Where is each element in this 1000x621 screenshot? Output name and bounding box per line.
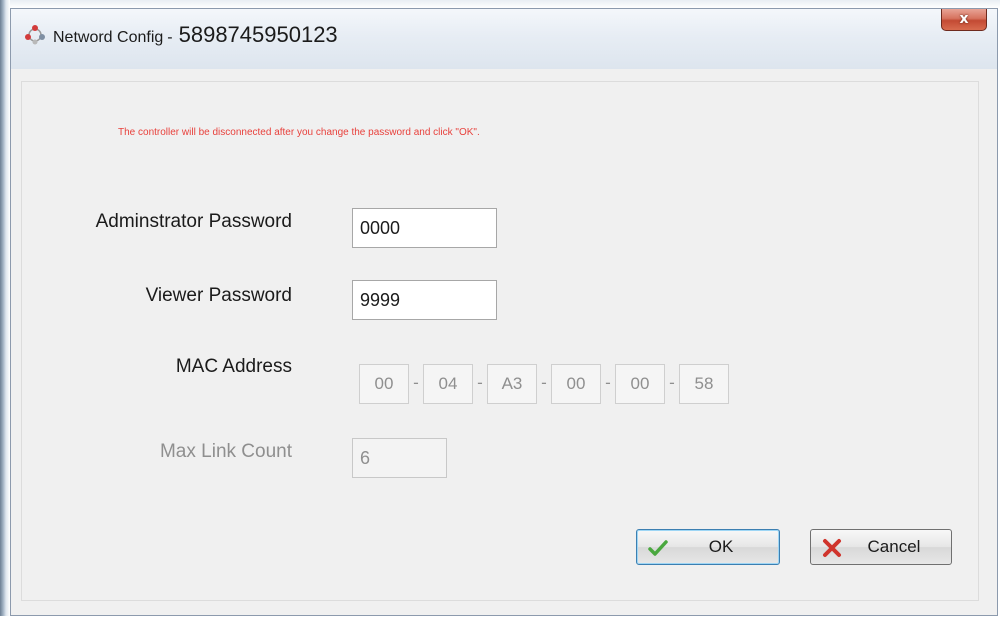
window-title-id: 5898745950123 <box>178 22 338 47</box>
mac-separator: - <box>541 373 547 392</box>
mac-octet-6: 58 <box>679 364 729 404</box>
viewer-password-label: Viewer Password <box>145 285 292 306</box>
mac-separator: - <box>669 373 675 392</box>
network-config-dialog: Netword Config -5898745950123 x The contr… <box>10 8 998 616</box>
mac-octet-3: A3 <box>487 364 537 404</box>
close-button[interactable]: x <box>941 9 987 31</box>
cancel-button-label: Cancel <box>867 537 921 556</box>
dialog-content: The controller will be disconnected afte… <box>21 81 979 601</box>
desktop-left-edge <box>0 0 10 621</box>
mac-octet-2: 04 <box>423 364 473 404</box>
desktop-top-edge <box>0 0 1000 8</box>
admin-password-input[interactable]: 0000 <box>352 208 497 248</box>
mac-separator: - <box>477 373 483 392</box>
mac-octet-5: 00 <box>615 364 665 404</box>
title-bar[interactable]: Netword Config -5898745950123 x <box>11 9 997 69</box>
max-link-count-input: 6 <box>352 438 447 478</box>
ok-button-label: OK <box>708 537 734 556</box>
mac-separator: - <box>605 373 611 392</box>
mac-octet-1: 00 <box>359 364 409 404</box>
cancel-button[interactable]: Cancel <box>810 529 952 565</box>
close-icon: x <box>959 11 969 27</box>
mac-octet-4: 00 <box>551 364 601 404</box>
desktop-bottom-edge <box>0 616 1000 621</box>
ok-button[interactable]: OK <box>636 529 780 565</box>
admin-password-label: Adminstrator Password <box>95 211 292 232</box>
mac-address-label: MAC Address <box>175 356 292 377</box>
viewer-password-input[interactable]: 9999 <box>352 280 497 320</box>
window-title-prefix: Netword Config <box>53 29 164 46</box>
window-title: Netword Config -5898745950123 <box>53 21 338 49</box>
app-icon <box>25 25 45 45</box>
window-title-separator: - <box>167 29 173 46</box>
warning-message: The controller will be disconnected afte… <box>118 127 480 138</box>
mac-separator: - <box>413 373 419 392</box>
max-link-count-label: Max Link Count <box>159 441 292 462</box>
